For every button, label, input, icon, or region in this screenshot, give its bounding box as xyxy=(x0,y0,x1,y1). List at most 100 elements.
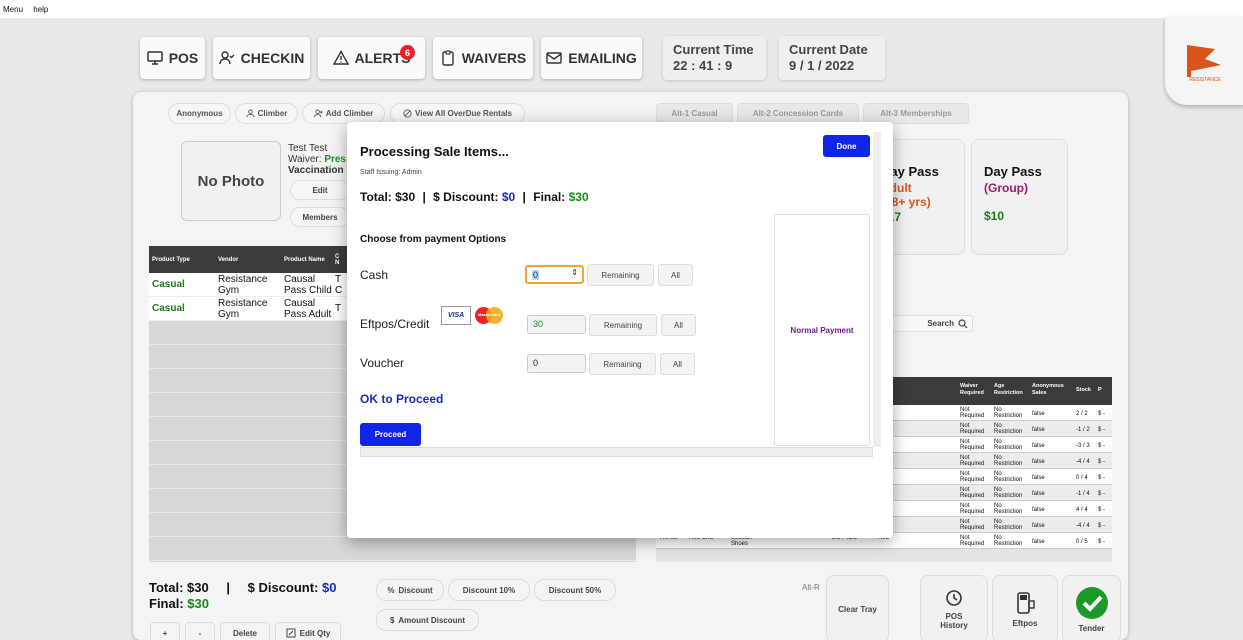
cell-waiver: Not Required xyxy=(960,503,985,515)
spinner-icon: ⇕ xyxy=(571,268,578,277)
percent-icon: % xyxy=(387,585,395,595)
voucher-label: Voucher xyxy=(360,356,405,370)
card-terminal-icon xyxy=(1017,591,1035,614)
cash-input[interactable]: 0 ⇕ xyxy=(525,265,584,284)
discount-10-button[interactable]: Discount 10% xyxy=(448,579,530,601)
discount-10-label: Discount 10% xyxy=(462,585,516,595)
edit-qty-button[interactable]: Edit Qty xyxy=(275,622,341,640)
search-icon xyxy=(958,318,968,328)
cell-waiver: Not Required xyxy=(960,439,985,451)
cell-stock: 0 / 4 xyxy=(1076,475,1088,481)
pos-button[interactable]: POS xyxy=(140,37,205,79)
cell-c: T xyxy=(335,303,342,314)
emailing-button[interactable]: EMAILING xyxy=(541,37,642,79)
checkin-label: CHECKIN xyxy=(240,50,305,66)
add-climber-button[interactable]: Add Climber xyxy=(302,103,385,124)
climber-info: Test Test Waiver: Pres Vaccination S xyxy=(288,143,353,176)
dollar-icon: $ xyxy=(389,615,395,625)
plus-button[interactable]: + xyxy=(150,622,180,640)
cell-waiver: Not Required xyxy=(960,519,985,531)
menu-bar: Menu help xyxy=(0,0,1243,18)
tab-casual-label: Alt-1 Casual xyxy=(671,109,718,118)
final-line: Final: $30 xyxy=(149,596,336,612)
eftpos-remaining-button[interactable]: Remaining xyxy=(589,314,657,336)
eftpos-credit-label: Eftpos/Credit xyxy=(360,317,430,331)
delete-label: Delete xyxy=(232,628,257,638)
edit-climber-button[interactable]: Edit xyxy=(290,180,350,200)
members-button[interactable]: Members xyxy=(290,207,350,227)
menu-menu[interactable]: Menu xyxy=(3,5,23,14)
cell-type: Casual xyxy=(152,303,185,314)
cell-stock: 4 / 4 xyxy=(1076,507,1088,513)
total-value: Total: $30 xyxy=(149,580,209,595)
minus-button[interactable]: - xyxy=(185,622,215,640)
edit-icon xyxy=(286,628,296,638)
view-overdue-button[interactable]: View All OverDue Rentals xyxy=(390,103,525,124)
alerts-badge: 6 xyxy=(400,45,415,60)
percent-discount-button[interactable]: % Discount xyxy=(376,579,444,601)
cell-name: Causal Pass Adult xyxy=(284,297,332,320)
climber-label: Climber xyxy=(257,109,288,118)
voucher-remaining-button[interactable]: Remaining xyxy=(589,353,656,375)
alerts-button[interactable]: ALERTS 6 xyxy=(318,37,425,79)
clipboard-icon xyxy=(442,50,454,66)
done-button[interactable]: Done xyxy=(823,135,870,157)
cell-anon: false xyxy=(1032,443,1045,449)
tender-label: Tender xyxy=(1078,623,1105,633)
tab-concession[interactable]: Alt-2 Concession Cards xyxy=(737,103,859,124)
user-check-icon xyxy=(218,51,235,65)
cell-p: $ - xyxy=(1098,523,1106,529)
emailing-label: EMAILING xyxy=(568,50,637,66)
modal-horizontal-scrollbar[interactable] xyxy=(360,447,873,457)
cash-value: 0 xyxy=(532,270,540,280)
discount-50-button[interactable]: Discount 50% xyxy=(534,579,616,601)
col-vendor: Vendor xyxy=(218,256,239,263)
voucher-input[interactable]: 0 xyxy=(527,354,586,373)
col-anon: Anonymous Sales xyxy=(1032,383,1064,396)
eftpos-button[interactable]: Eftpos xyxy=(992,575,1058,640)
cell-anon: false xyxy=(1032,427,1045,433)
final-label: Final: xyxy=(149,596,188,611)
search-button[interactable]: Search xyxy=(888,315,973,332)
modal-vertical-scrollbar[interactable] xyxy=(873,132,881,447)
cell-waiver: Not Required xyxy=(960,407,985,419)
current-time-box: Current Time 22 : 41 : 9 xyxy=(663,36,766,80)
plus-label: + xyxy=(162,628,168,638)
cell-waiver: Not Required xyxy=(960,487,985,499)
voucher-remaining-label: Remaining xyxy=(603,359,642,369)
pass-card-group[interactable]: Day Pass (Group) $10 xyxy=(971,139,1068,255)
cash-all-button[interactable]: All xyxy=(658,264,693,286)
cash-remaining-button[interactable]: Remaining xyxy=(587,264,654,286)
menu-help[interactable]: help xyxy=(33,5,48,14)
cell-p: $ - xyxy=(1098,459,1106,465)
modal-total: Total: $30 xyxy=(360,190,416,204)
totals-line: Total: $30 | $ Discount: $0 xyxy=(149,580,336,596)
checkin-button[interactable]: CHECKIN xyxy=(213,37,310,79)
modal-final: $30 xyxy=(568,190,589,204)
tab-memberships[interactable]: Alt-3 Memberships xyxy=(863,103,969,124)
cell-waiver: Not Required xyxy=(960,423,985,435)
normal-payment-panel[interactable]: Normal Payment xyxy=(774,214,870,446)
eftpos-all-button[interactable]: All xyxy=(661,314,696,336)
cell-age: No Restriction xyxy=(994,471,1023,483)
cell-vendor: Resistance Gym xyxy=(218,297,268,320)
waivers-button[interactable]: WAIVERS xyxy=(433,37,533,79)
waiver-label: Waiver: xyxy=(288,154,325,165)
voucher-all-button[interactable]: All xyxy=(660,353,695,375)
eftpos-input[interactable]: 30 xyxy=(527,315,586,334)
clear-tray-button[interactable]: Clear Tray xyxy=(826,575,889,640)
climber-button[interactable]: Climber xyxy=(235,103,298,124)
tender-button[interactable]: Tender xyxy=(1062,575,1121,640)
edit-climber-label: Edit xyxy=(312,185,328,195)
tab-casual[interactable]: Alt-1 Casual xyxy=(656,103,733,124)
cell-c: T C xyxy=(335,273,343,296)
modal-discount: $0 xyxy=(501,190,516,204)
col-c: C N xyxy=(335,253,340,266)
delete-button[interactable]: Delete xyxy=(220,622,270,640)
amount-discount-button[interactable]: $ Amount Discount xyxy=(376,609,479,631)
proceed-button[interactable]: Proceed xyxy=(360,423,421,446)
cash-remaining-label: Remaining xyxy=(601,270,640,280)
ok-to-proceed-text: OK to Proceed xyxy=(360,392,444,406)
pos-history-button[interactable]: POS History xyxy=(920,575,988,640)
anonymous-button[interactable]: Anonymous xyxy=(168,103,231,124)
